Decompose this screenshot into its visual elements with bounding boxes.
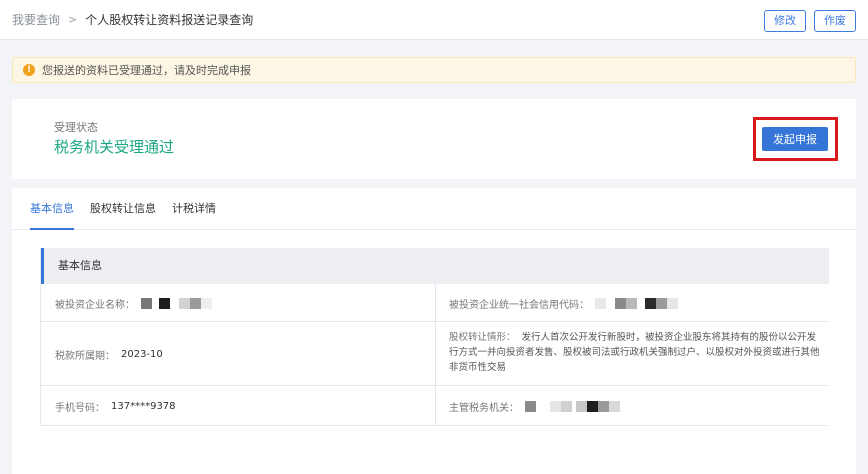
tax-authority-cell: 主管税务机关： xyxy=(449,386,620,426)
table-row: 手机号码： 137****9378 主管税务机关： xyxy=(41,386,829,426)
transfer-situation-text: 股权转让情形： 发行人首次公开发行新股时，被投资企业股东将其持有的股份以公开发行方… xyxy=(449,330,821,375)
breadcrumb-link-query[interactable]: 我要查询 xyxy=(12,11,60,28)
status-value: 税务机关受理通过 xyxy=(54,138,175,156)
header-actions: 修改 作废 xyxy=(764,10,856,32)
detail-card: 基本信息 股权转让信息 计税详情 基本信息 被投资企业名称： 被投资企业统一社会… xyxy=(12,188,856,474)
basic-info-table: 基本信息 被投资企业名称： 被投资企业统一社会信用代码： 税款所属期： 2023… xyxy=(40,248,829,426)
breadcrumb-current: 个人股权转让资料报送记录查询 xyxy=(85,13,254,27)
phone-value: 137****9378 xyxy=(111,400,176,412)
field-label: 被投资企业统一社会信用代码： xyxy=(449,299,589,311)
table-row: 税款所属期： 2023-10 股权转让情形： 发行人首次公开发行新股时，被投资企业… xyxy=(41,322,829,386)
tab-equity-transfer[interactable]: 股权转让信息 xyxy=(90,188,156,229)
tax-period-cell: 税款所属期： 2023-10 xyxy=(55,322,163,386)
redacted-value xyxy=(525,400,620,412)
warning-icon: ! xyxy=(23,64,35,76)
field-label: 主管税务机关： xyxy=(449,402,519,414)
void-button[interactable]: 作废 xyxy=(814,10,856,32)
notice-text: 您报送的资料已受理通过，请及时完成申报 xyxy=(42,64,251,77)
breadcrumb: 我要查询 > 个人股权转让资料报送记录查询 xyxy=(12,11,253,28)
field-label: 股权转让情形： xyxy=(449,332,516,343)
notice-bar: ! 您报送的资料已受理通过，请及时完成申报 xyxy=(12,57,856,83)
tab-basic-info[interactable]: 基本信息 xyxy=(30,188,74,230)
tax-period-value: 2023-10 xyxy=(121,348,163,360)
transfer-situation-cell: 股权转让情形： 发行人首次公开发行新股时，被投资企业股东将其持有的股份以公开发行方… xyxy=(449,330,821,375)
redacted-value xyxy=(595,297,678,309)
start-declaration-button[interactable]: 发起申报 xyxy=(762,127,828,151)
breadcrumb-separator: > xyxy=(68,13,78,26)
phone-cell: 手机号码： 137****9378 xyxy=(55,386,176,426)
highlight-box: 发起申报 xyxy=(753,117,838,161)
modify-button[interactable]: 修改 xyxy=(764,10,806,32)
column-divider xyxy=(435,284,436,322)
tab-tax-details[interactable]: 计税详情 xyxy=(172,188,216,229)
field-label: 税款所属期： xyxy=(55,350,115,362)
field-label: 手机号码： xyxy=(55,402,105,414)
status-card: 受理状态 税务机关受理通过 发起申报 xyxy=(12,99,856,179)
invested-company-cell: 被投资企业名称： xyxy=(55,284,212,322)
redacted-value xyxy=(141,297,212,309)
field-label: 被投资企业名称： xyxy=(55,299,135,311)
column-divider xyxy=(435,322,436,386)
credit-code-cell: 被投资企业统一社会信用代码： xyxy=(449,284,678,322)
status-label: 受理状态 xyxy=(54,121,98,134)
page-header: 我要查询 > 个人股权转让资料报送记录查询 修改 作废 xyxy=(0,0,868,40)
section-title: 基本信息 xyxy=(41,248,829,284)
tab-bar: 基本信息 股权转让信息 计税详情 xyxy=(12,188,856,230)
column-divider xyxy=(435,386,436,426)
table-row: 被投资企业名称： 被投资企业统一社会信用代码： xyxy=(41,284,829,322)
